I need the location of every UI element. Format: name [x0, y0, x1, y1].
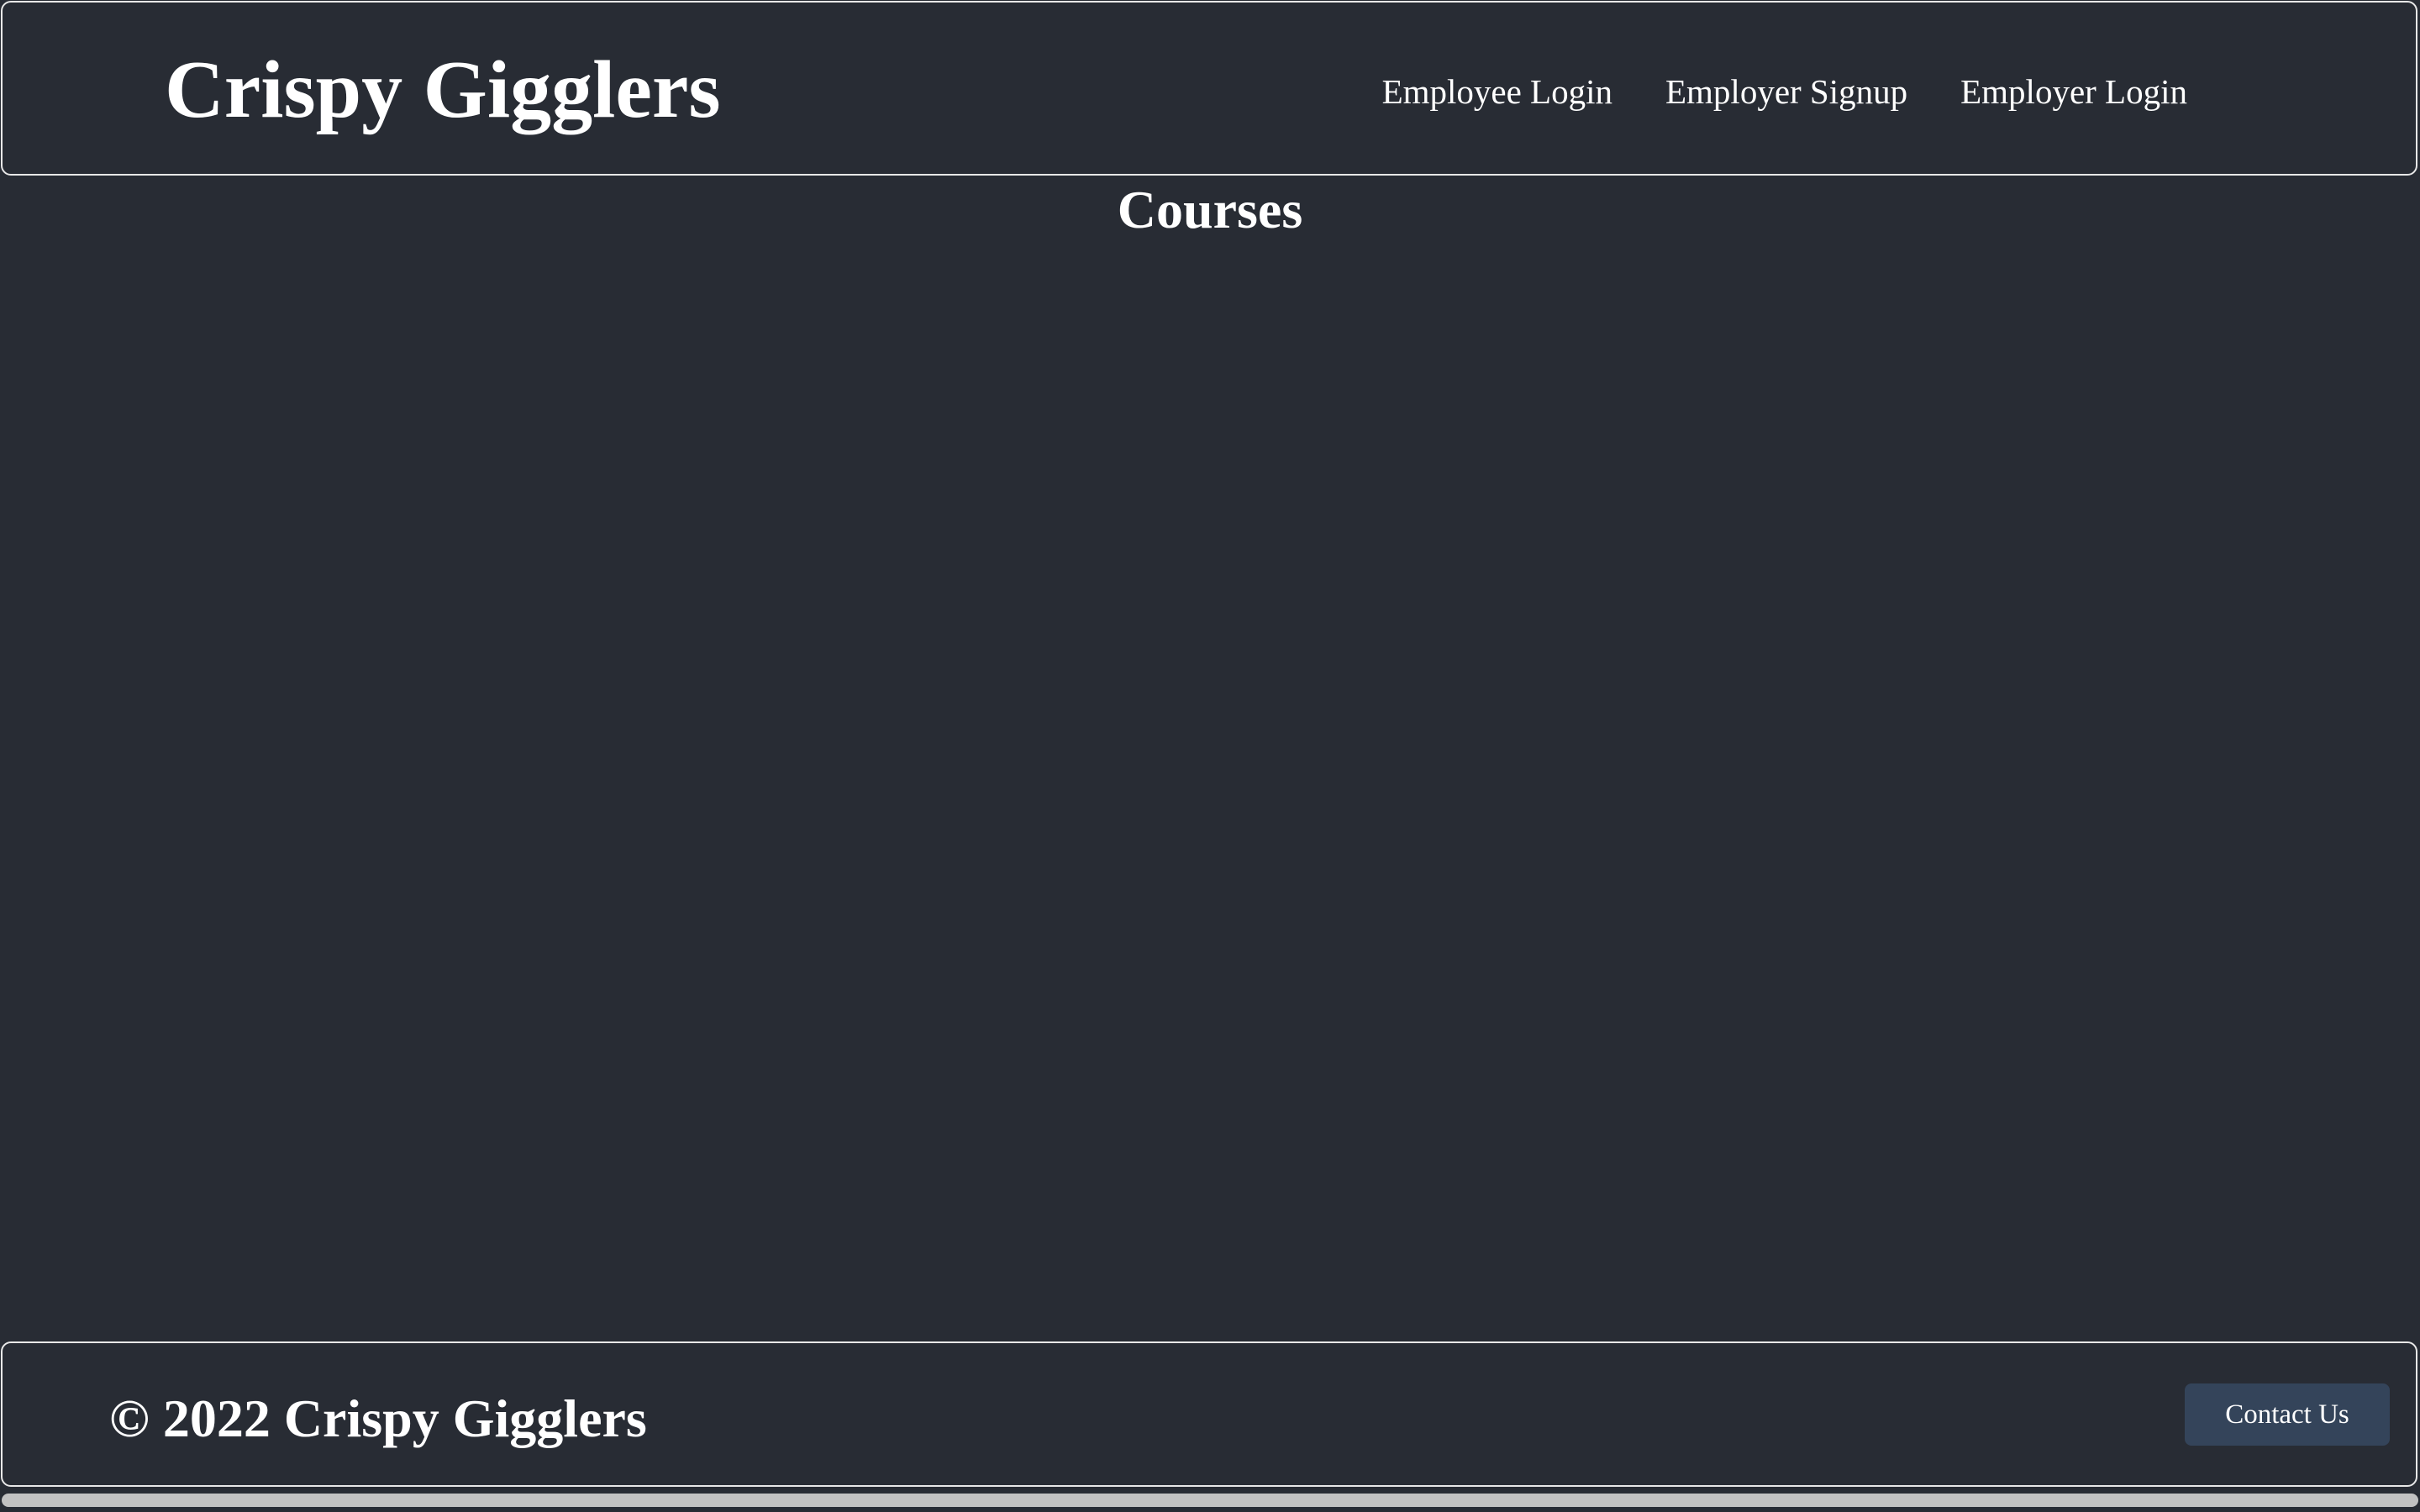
main-nav: Employee Login Employer Signup Employer … — [1382, 66, 2187, 117]
page-title: Courses — [1117, 180, 1303, 239]
site-header: Crispy Gigglers Employee Login Employer … — [1, 1, 2417, 176]
footer-copyright: © 2022 Crispy Gigglers — [109, 1389, 647, 1448]
horizontal-scrollbar[interactable] — [2, 1494, 2418, 1507]
nav-employee-login-link[interactable]: Employee Login — [1382, 66, 1612, 117]
contact-us-button[interactable]: Contact Us — [2185, 1383, 2390, 1446]
brand-title[interactable]: Crispy Gigglers — [165, 39, 720, 140]
nav-employer-login-link[interactable]: Employer Login — [1960, 66, 2187, 117]
site-footer: © 2022 Crispy Gigglers Contact Us — [1, 1341, 2417, 1487]
page: Crispy Gigglers Employee Login Employer … — [0, 0, 2420, 1512]
nav-employer-signup-link[interactable]: Employer Signup — [1665, 66, 1907, 117]
